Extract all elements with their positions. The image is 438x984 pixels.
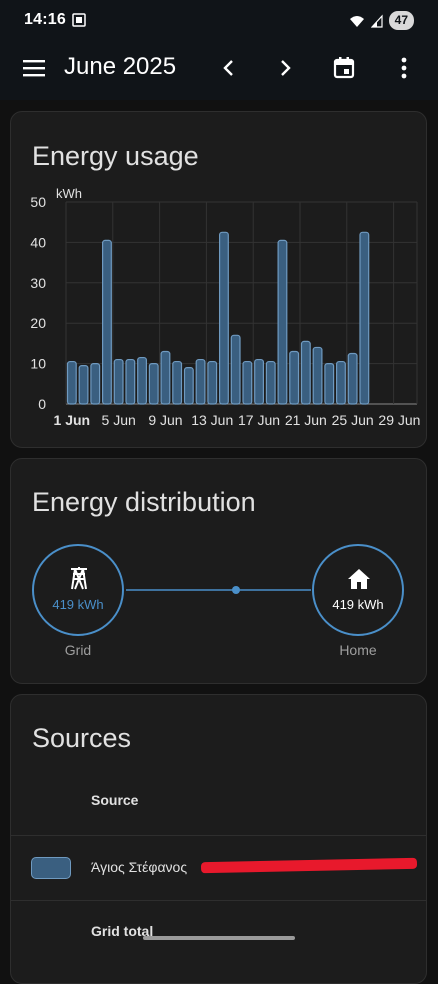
home-node[interactable]: 419 kWh	[312, 544, 404, 636]
redaction-mark	[200, 857, 418, 874]
gesture-nav-handle[interactable]	[143, 936, 295, 940]
bar-20-jun[interactable]	[289, 350, 300, 405]
calendar-icon[interactable]	[330, 54, 358, 82]
x-tick-label: 29 Jun	[378, 412, 420, 428]
x-tick-label: 9 Jun	[148, 412, 182, 428]
status-right: 47	[349, 11, 414, 30]
x-tick-label: 5 Jun	[102, 412, 136, 428]
bar-7-jun[interactable]	[137, 356, 147, 405]
bar-19-jun[interactable]	[277, 239, 288, 405]
bar-2-jun[interactable]	[78, 365, 89, 405]
energy-distribution-card: Energy distribution 419 kWh Grid 419 kWh…	[10, 458, 427, 684]
x-tick-label: 13 Jun	[191, 412, 233, 428]
bar-4-jun[interactable]	[101, 239, 112, 405]
chevron-right-icon[interactable]	[272, 54, 300, 82]
signal-icon	[370, 13, 383, 28]
bar-5-jun[interactable]	[113, 358, 124, 405]
table-divider	[11, 900, 426, 901]
x-tick-label: 1 Jun	[54, 412, 91, 428]
bar-9-jun[interactable]	[160, 350, 171, 405]
transmission-tower-icon	[71, 567, 87, 590]
wifi-icon	[349, 15, 364, 27]
y-tick-label: 30	[30, 275, 46, 291]
bar-3-jun[interactable]	[90, 363, 101, 405]
status-bar: 14:16 47	[0, 0, 438, 44]
bar-11-jun[interactable]	[183, 367, 194, 405]
bar-6-jun[interactable]	[125, 358, 136, 405]
bar-13-jun[interactable]	[207, 360, 218, 405]
sources-title: Sources	[32, 723, 132, 753]
status-time: 14:16	[24, 11, 66, 28]
page-title: June 2025	[64, 53, 177, 80]
bar-17-jun[interactable]	[254, 358, 264, 405]
bar-26-jun[interactable]	[359, 231, 370, 405]
x-tick-label: 21 Jun	[285, 412, 327, 428]
x-tick-label: 25 Jun	[332, 412, 374, 428]
energy-usage-chart[interactable]: 0 10 20 30 40 50 kWh 1 Jun 5 Jun 9 Jun 13 Jun 17 Ju…	[10, 111, 427, 448]
y-tick-label: 50	[30, 194, 46, 210]
source-column-header: Source	[91, 792, 139, 808]
y-tick-label: 0	[38, 396, 46, 412]
app-bar: June 2025	[0, 44, 438, 100]
bar-25-jun[interactable]	[347, 352, 358, 405]
home-label: Home	[339, 642, 377, 658]
more-vert-icon[interactable]	[390, 54, 418, 82]
bar-23-jun[interactable]	[324, 363, 335, 405]
bar-10-jun[interactable]	[172, 360, 183, 405]
battery-badge: 47	[388, 11, 414, 30]
chevron-left-icon[interactable]	[214, 54, 242, 82]
grid-label: Grid	[64, 642, 92, 658]
screenshot-icon	[72, 13, 86, 27]
home-icon	[348, 569, 370, 589]
bar-8-jun[interactable]	[148, 363, 159, 405]
bar-12-jun[interactable]	[195, 358, 206, 405]
flow-dot	[232, 586, 240, 594]
y-axis-label: kWh	[56, 186, 82, 201]
table-row[interactable]: Άγιος Στέφανος	[11, 836, 426, 900]
y-tick-label: 10	[30, 356, 46, 372]
source-name: Άγιος Στέφανος	[91, 859, 188, 875]
grid-node[interactable]: 419 kWh	[32, 544, 124, 636]
y-tick-label: 40	[30, 234, 46, 250]
menu-icon[interactable]	[20, 54, 48, 82]
home-value: 419 kWh	[332, 597, 384, 612]
bar-16-jun[interactable]	[242, 360, 253, 405]
bar-21-jun[interactable]	[300, 340, 311, 405]
bar-15-jun[interactable]	[230, 334, 241, 405]
bar-18-jun[interactable]	[265, 360, 276, 405]
bar-14-jun[interactable]	[219, 231, 229, 405]
y-tick-label: 20	[30, 315, 46, 331]
source-color-swatch	[31, 857, 71, 879]
grid-value: 419 kWh	[52, 597, 104, 612]
energy-usage-card: Energy usage 0 10 20 30 40 50 kWh 1 Jun 5 Jun 9 J…	[10, 111, 427, 448]
bar-1-jun[interactable]	[66, 360, 77, 405]
bar-24-jun[interactable]	[336, 360, 346, 405]
x-tick-label: 17 Jun	[238, 412, 280, 428]
sources-card: Sources Source Άγιος Στέφανος Grid total	[10, 694, 427, 984]
bar-22-jun[interactable]	[312, 346, 323, 405]
